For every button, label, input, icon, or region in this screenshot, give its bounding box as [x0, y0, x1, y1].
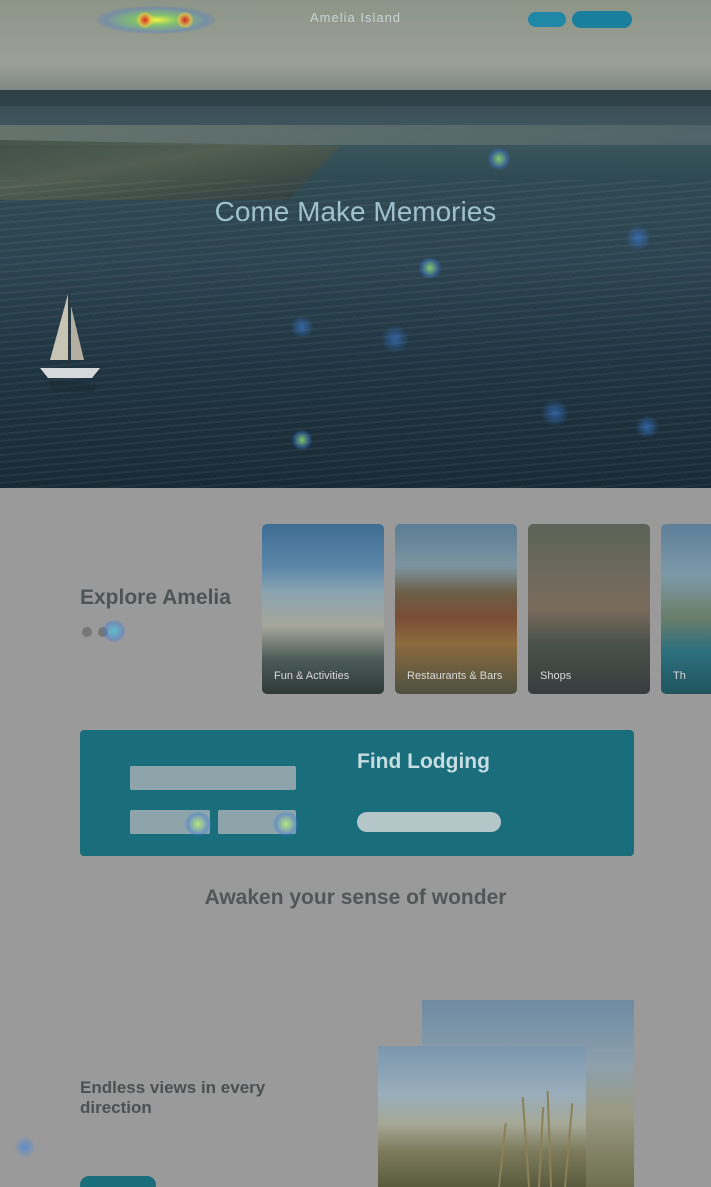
- card-label: Shops: [540, 670, 572, 682]
- hero-title: Come Make Memories: [214, 196, 497, 227]
- explore-card-partial[interactable]: Th: [661, 524, 711, 694]
- card-label: Th: [673, 670, 686, 682]
- explore-title: Explore Amelia: [80, 586, 231, 609]
- dunes-photo-front: [378, 1046, 586, 1187]
- sea-oat-stalk: [564, 1103, 574, 1187]
- hero-section: Amelia Island Come Make Memories: [0, 0, 711, 488]
- sailboat-image: [40, 292, 100, 392]
- card-label: Restaurants & Bars: [407, 670, 503, 682]
- carousel-dot[interactable]: [98, 627, 108, 637]
- nav-button-secondary[interactable]: [528, 12, 566, 27]
- lodging-type-select[interactable]: [130, 766, 296, 790]
- carousel-dots[interactable]: [82, 624, 122, 638]
- find-lodging-panel: Find Lodging: [80, 730, 634, 856]
- sea-oat-stalk: [546, 1091, 552, 1187]
- nav-button-primary[interactable]: [572, 11, 632, 28]
- card-label: Fun & Activities: [274, 670, 350, 682]
- heatmap-hotspot: [488, 148, 510, 170]
- carousel-dot[interactable]: [82, 627, 92, 637]
- find-lodging-title: Find Lodging: [357, 750, 490, 773]
- sea-oat-stalk: [498, 1123, 507, 1187]
- endless-title: Endless views in every direction: [80, 1078, 266, 1117]
- sea-oat-stalk: [538, 1107, 545, 1187]
- checkout-date-input[interactable]: [218, 810, 296, 834]
- endless-button[interactable]: [80, 1176, 156, 1187]
- heatmap-hotspot: [14, 1136, 36, 1158]
- explore-card-restaurants[interactable]: Restaurants & Bars: [395, 524, 517, 694]
- awaken-heading: Awaken your sense of wonder: [204, 886, 507, 909]
- top-navigation: Amelia Island: [0, 0, 711, 40]
- sea-oat-stalk: [521, 1097, 530, 1187]
- hero-horizon: [0, 90, 711, 106]
- checkin-date-input[interactable]: [130, 810, 210, 834]
- explore-card-shops[interactable]: Shops: [528, 524, 650, 694]
- site-logo[interactable]: Amelia Island: [310, 10, 401, 25]
- search-lodging-button[interactable]: [357, 812, 501, 832]
- explore-card-activities[interactable]: Fun & Activities: [262, 524, 384, 694]
